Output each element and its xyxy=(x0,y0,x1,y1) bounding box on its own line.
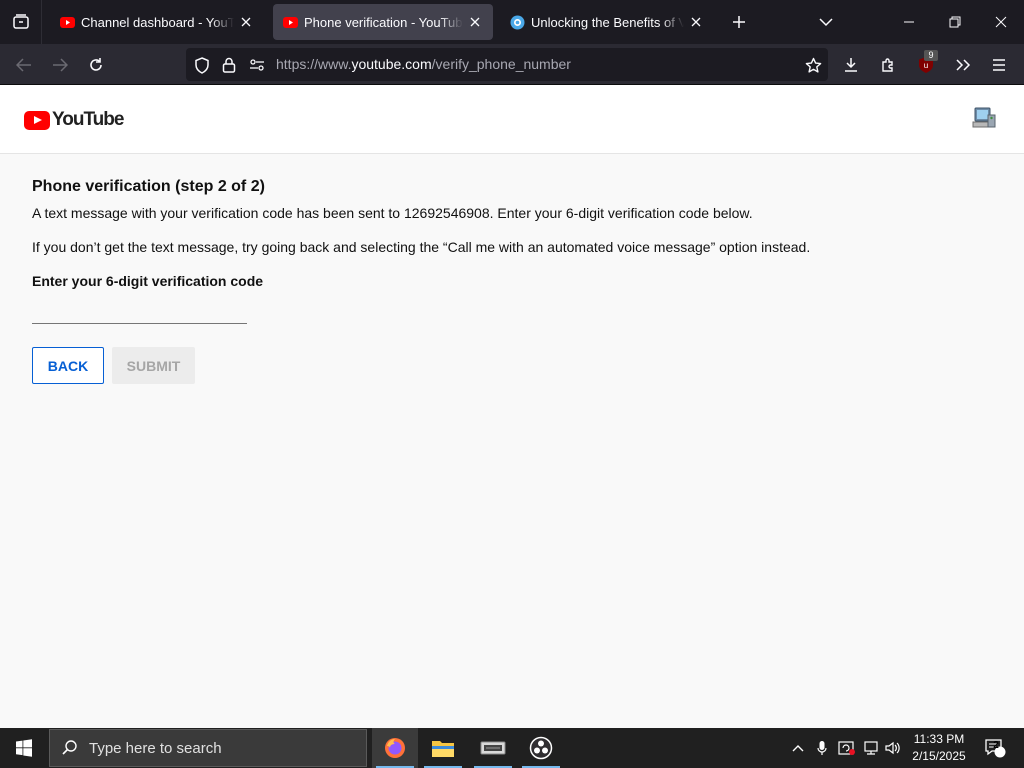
lock-icon[interactable] xyxy=(220,56,238,74)
show-hidden-icons-button[interactable] xyxy=(788,728,808,768)
tab-title: Channel dashboard - YouTube Studio xyxy=(81,14,234,30)
plus-icon xyxy=(733,16,745,28)
taskbar-clock[interactable]: 11:33 PM 2/15/2025 xyxy=(904,731,974,765)
arrow-right-icon xyxy=(53,58,68,72)
reload-button[interactable] xyxy=(81,50,111,80)
clock-time: 11:33 PM xyxy=(913,732,965,746)
clock-date: 2/15/2025 xyxy=(912,749,966,763)
tab-channel-dashboard[interactable]: Channel dashboard - YouTube Studio xyxy=(50,4,264,40)
youtube-favicon-icon xyxy=(60,15,75,30)
submit-button[interactable]: SUBMIT xyxy=(112,347,195,384)
youtube-logo-text: YouTube xyxy=(52,109,124,130)
site-permissions-icon[interactable] xyxy=(248,56,266,74)
taskbar-virtualbox[interactable] xyxy=(470,728,516,768)
taskbar-search-box[interactable]: Type here to search xyxy=(49,729,367,767)
youtube-logo[interactable]: YouTube xyxy=(24,109,124,131)
chevron-down-icon xyxy=(819,18,833,27)
downloads-button[interactable] xyxy=(836,50,866,80)
taskbar-firefox[interactable] xyxy=(372,728,418,768)
restore-icon xyxy=(949,16,961,28)
puzzle-icon xyxy=(882,58,893,72)
close-window-button[interactable] xyxy=(978,0,1024,44)
page-title: Phone verification (step 2 of 2) xyxy=(32,178,265,195)
double-chevron-right-icon xyxy=(956,59,971,71)
list-all-tabs-button[interactable] xyxy=(815,11,837,33)
minimize-button[interactable] xyxy=(886,0,932,44)
more-tools-button[interactable] xyxy=(948,50,978,80)
restore-button[interactable] xyxy=(932,0,978,44)
close-tab-icon[interactable] xyxy=(467,14,483,30)
microphone-tray[interactable] xyxy=(812,728,832,768)
start-button[interactable] xyxy=(0,728,48,768)
url-host: youtube.com xyxy=(351,56,432,72)
new-tab-button[interactable] xyxy=(728,11,750,33)
account-avatar[interactable] xyxy=(970,105,998,133)
tab-virtual-benefits[interactable]: Unlocking the Benefits of Virtual xyxy=(500,4,714,40)
notification-center-button[interactable]: 2 xyxy=(980,728,1010,768)
obs-icon xyxy=(529,736,553,760)
close-tab-icon[interactable] xyxy=(688,14,704,30)
globe-favicon-icon xyxy=(510,15,525,30)
speaker-icon xyxy=(885,741,900,755)
extension-badge: 9 xyxy=(924,50,938,61)
tab-title: Phone verification - YouTube xyxy=(304,14,463,30)
voice-call-hint: If you don’t get the text message, try g… xyxy=(32,239,811,255)
back-button[interactable]: BACK xyxy=(32,347,104,384)
network-tray[interactable] xyxy=(860,728,882,768)
tab-phone-verification[interactable]: Phone verification - YouTube xyxy=(273,4,493,40)
reload-icon xyxy=(90,58,102,71)
url-prefix: https://www. xyxy=(276,56,352,72)
bookmark-star-icon[interactable] xyxy=(804,56,822,74)
search-placeholder: Type here to search xyxy=(89,739,222,757)
firefox-icon xyxy=(385,738,405,758)
windows-logo-icon xyxy=(16,739,32,757)
volume-tray[interactable] xyxy=(883,728,903,768)
firefox-view-button[interactable] xyxy=(0,0,42,44)
verification-code-label: Enter your 6-digit verification code xyxy=(32,273,264,289)
hamburger-menu-icon xyxy=(993,59,1005,71)
minimize-icon xyxy=(904,21,914,23)
navigation-toolbar: https://www.youtube.com/verify_phone_num… xyxy=(0,44,1024,85)
url-path: /verify_phone_number xyxy=(431,56,571,72)
forward-nav-button[interactable] xyxy=(45,50,75,80)
search-icon xyxy=(62,740,77,755)
network-icon xyxy=(864,741,878,755)
back-nav-button[interactable] xyxy=(9,50,39,80)
close-icon xyxy=(995,16,1007,28)
address-bar[interactable]: https://www.youtube.com/verify_phone_num… xyxy=(186,48,828,81)
tab-title: Unlocking the Benefits of Virtual xyxy=(531,14,684,30)
taskbar-obs[interactable] xyxy=(518,728,564,768)
tracking-protection-shield-icon[interactable] xyxy=(193,56,211,74)
chevron-up-icon xyxy=(792,745,804,752)
microphone-icon xyxy=(817,741,827,755)
youtube-play-logo-icon xyxy=(24,110,50,130)
svg-text:u: u xyxy=(924,61,928,70)
sms-sent-message: A text message with your verification co… xyxy=(32,205,753,221)
extensions-button[interactable] xyxy=(873,50,903,80)
firefox-view-icon xyxy=(12,14,29,29)
folder-icon xyxy=(432,741,454,757)
url-text: https://www.youtube.com/verify_phone_num… xyxy=(276,56,571,72)
security-alert-icon xyxy=(838,741,855,755)
verification-form: Phone verification (step 2 of 2) A text … xyxy=(32,178,992,384)
virtual-machine-icon xyxy=(480,741,506,755)
app-menu-button[interactable] xyxy=(984,50,1014,80)
computer-avatar-icon xyxy=(972,107,996,128)
taskbar-file-explorer[interactable] xyxy=(420,728,466,768)
verification-code-input[interactable] xyxy=(32,302,247,324)
security-tray[interactable] xyxy=(836,728,858,768)
close-tab-icon[interactable] xyxy=(238,14,254,30)
youtube-header: YouTube xyxy=(0,85,1024,154)
windows-taskbar: Type here to search 11:33 PM 2/15/2025 2 xyxy=(0,728,1024,768)
youtube-favicon-icon xyxy=(283,15,298,30)
tab-strip: Channel dashboard - YouTube Studio Phone… xyxy=(0,0,1024,44)
download-icon xyxy=(845,58,857,72)
notification-count: 2 xyxy=(993,740,999,751)
arrow-left-icon xyxy=(16,58,31,72)
